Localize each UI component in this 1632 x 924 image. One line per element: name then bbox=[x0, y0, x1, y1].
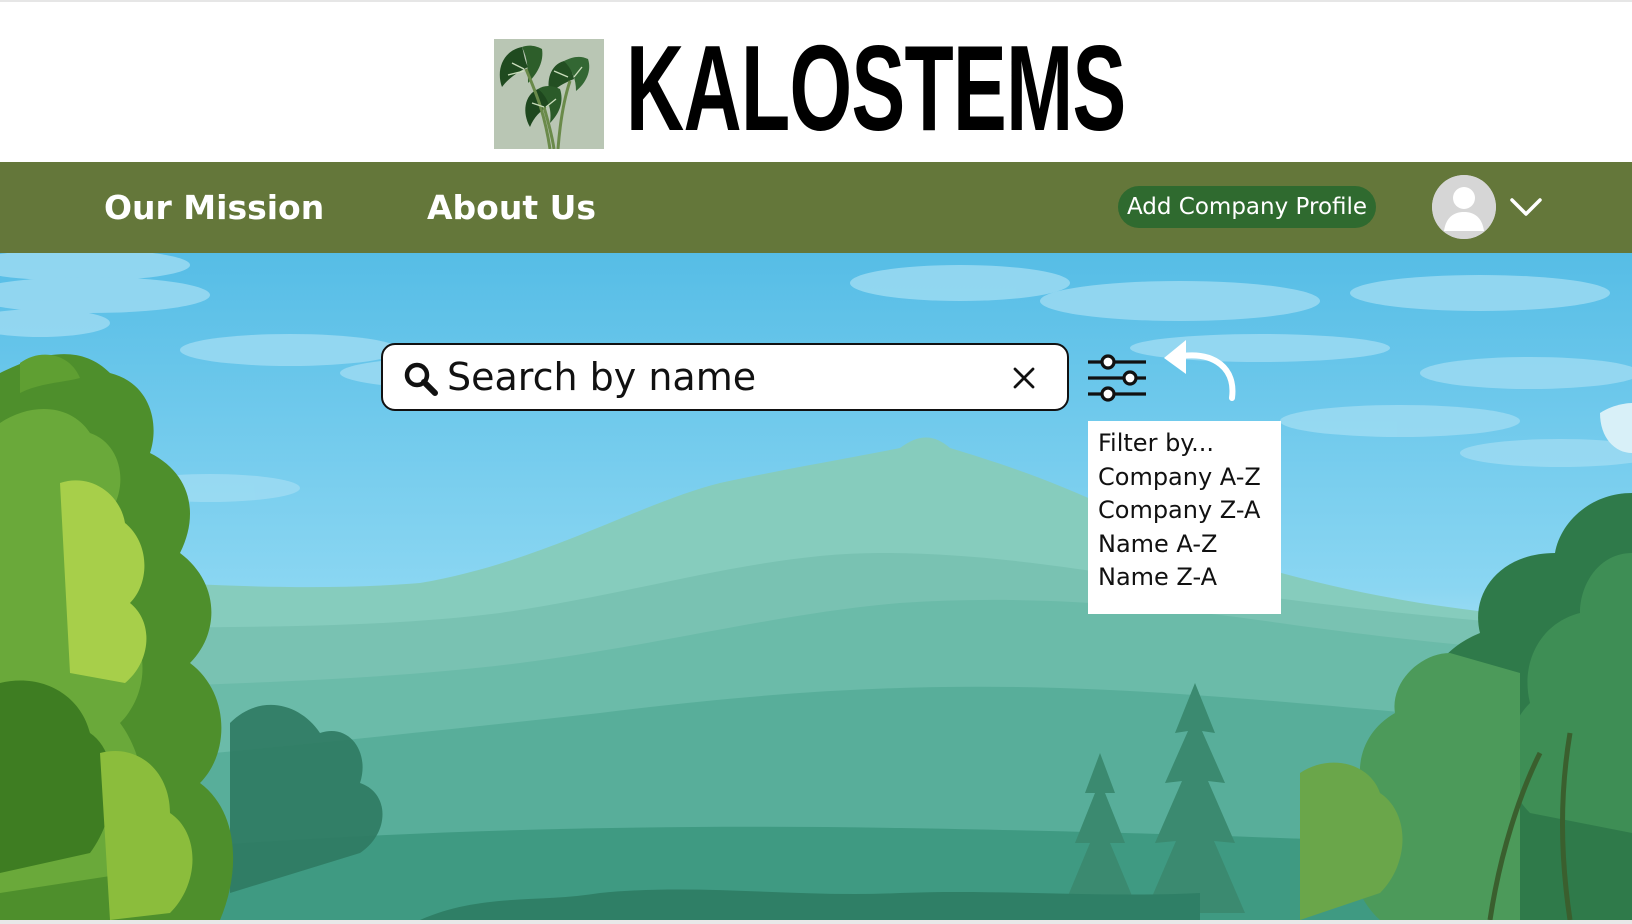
main-navbar: Our Mission About Us Add Company Profile bbox=[0, 162, 1632, 253]
search-icon[interactable] bbox=[403, 361, 439, 397]
filter-option-name-a-z[interactable]: Name A-Z bbox=[1098, 528, 1281, 562]
bottom-rule bbox=[0, 920, 1632, 924]
chevron-down-icon[interactable] bbox=[1508, 189, 1544, 225]
site-header: KALOSTEMS bbox=[0, 2, 1632, 162]
brand-wordmark: KALOSTEMS bbox=[626, 20, 1126, 156]
filter-option-name-z-a[interactable]: Name Z-A bbox=[1098, 561, 1281, 595]
filter-option-company-a-z[interactable]: Company A-Z bbox=[1098, 461, 1281, 495]
sliders-icon[interactable] bbox=[1086, 353, 1148, 403]
filter-option-company-z-a[interactable]: Company Z-A bbox=[1098, 494, 1281, 528]
add-company-profile-button[interactable]: Add Company Profile bbox=[1118, 186, 1376, 228]
filter-dropdown: Filter by... Company A-Z Company Z-A Nam… bbox=[1088, 421, 1281, 614]
curved-arrow-icon bbox=[1164, 340, 1236, 401]
search-input[interactable] bbox=[447, 353, 987, 401]
nav-about-us[interactable]: About Us bbox=[427, 162, 596, 253]
search-bar bbox=[381, 343, 1069, 411]
user-avatar-icon[interactable] bbox=[1432, 175, 1496, 239]
logo-leaf-icon bbox=[494, 39, 604, 149]
close-icon[interactable] bbox=[1013, 367, 1035, 389]
nav-our-mission[interactable]: Our Mission bbox=[104, 162, 324, 253]
filter-dropdown-title: Filter by... bbox=[1098, 429, 1214, 457]
